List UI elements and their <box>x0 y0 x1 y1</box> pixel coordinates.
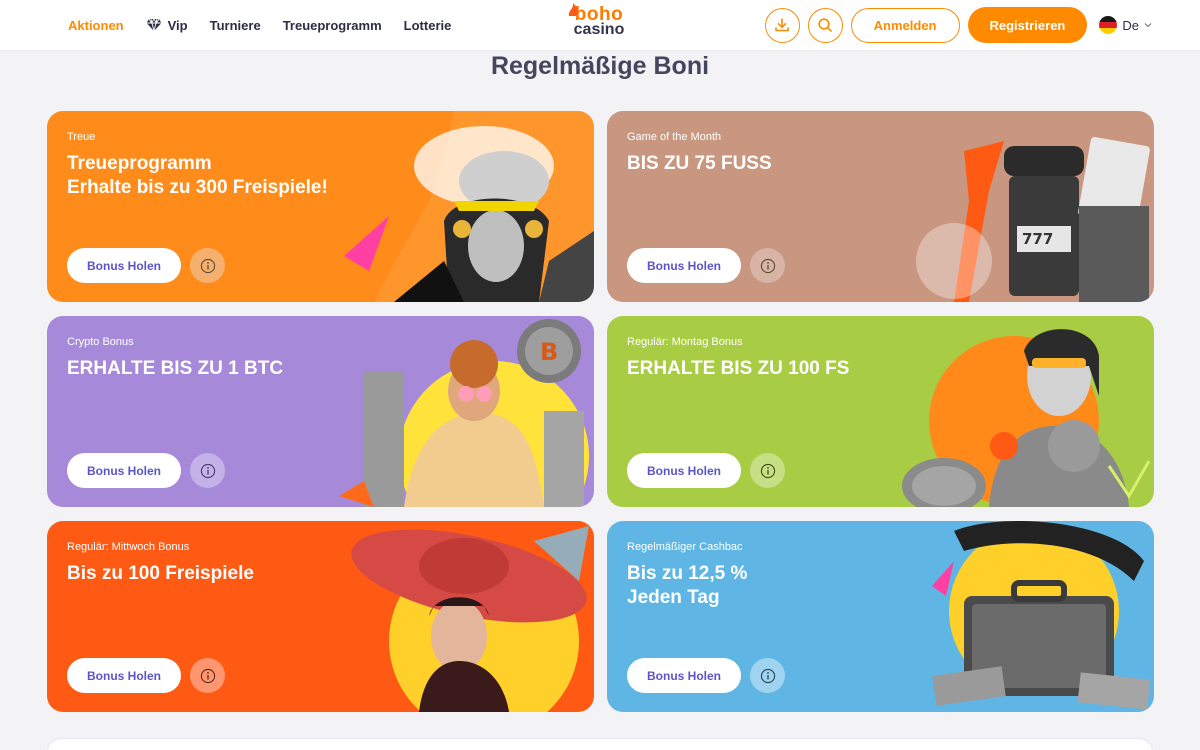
search-icon <box>818 18 832 32</box>
bonus-card-cashback: Regelmäßiger Cashbac Bis zu 12,5 % Jeden… <box>607 521 1154 712</box>
nav-item-label: Turniere <box>209 17 261 33</box>
info-button[interactable] <box>190 453 225 488</box>
card-tag: Regulär: Mittwoch Bonus <box>67 541 190 553</box>
bonus-holen-button[interactable]: Bonus Holen <box>67 248 181 283</box>
card-tag: Regelmäßiger Cashbac <box>627 541 743 553</box>
info-button[interactable] <box>750 658 785 693</box>
info-icon <box>200 668 215 683</box>
german-flag-icon <box>1099 16 1118 34</box>
logo-word-bottom: casino <box>573 21 625 38</box>
nav-item-vip[interactable]: Vip <box>146 18 188 33</box>
card-title: Bis zu 100 Freispiele <box>67 562 397 586</box>
info-icon <box>760 463 775 478</box>
bonus-holen-button[interactable]: Bonus Holen <box>627 658 741 693</box>
download-icon <box>775 18 789 32</box>
nav-item-label: Lotterie <box>403 17 452 33</box>
bonus-holen-button[interactable]: Bonus Holen <box>627 453 741 488</box>
card-title-line: Treueprogramm <box>67 153 212 174</box>
download-button[interactable] <box>764 7 800 43</box>
login-button[interactable]: Anmelden <box>850 7 960 43</box>
info-icon <box>760 668 775 683</box>
info-button[interactable] <box>190 658 225 693</box>
info-button[interactable] <box>190 248 225 283</box>
card-title: ERHALTE BIS ZU 100 FS <box>627 357 957 381</box>
bonus-card-game-of-the-month: 777 Game of the Month BIS ZU 75 FUSS Bon… <box>607 111 1154 302</box>
man-with-bitcoin-artwork: B <box>339 319 589 507</box>
card-tag: Crypto Bonus <box>67 336 134 348</box>
card-title-line: Bis zu 100 Freispiele <box>67 563 254 584</box>
info-icon <box>200 258 215 273</box>
card-title-line: ERHALTE BIS ZU 100 FS <box>627 358 850 379</box>
nav-item-label: Vip <box>167 17 188 33</box>
language-selector[interactable]: De <box>1099 16 1152 34</box>
top-header: Aktionen Vip Turniere Treueprogramm Lott… <box>0 0 1200 50</box>
svg-text:B: B <box>540 338 558 366</box>
card-tag: Regulär: Montag Bonus <box>627 336 743 348</box>
nav-item-label: Aktionen <box>68 17 124 33</box>
card-title: Treueprogramm Erhalte bis zu 300 Freispi… <box>67 152 397 200</box>
register-button[interactable]: Registrieren <box>967 7 1088 43</box>
nav-item-treueprogramm[interactable]: Treueprogramm <box>283 18 382 33</box>
page-title: Regelmäßige Boni <box>490 52 710 80</box>
woman-with-coins-artwork <box>902 329 1151 507</box>
language-label: De <box>1122 17 1139 33</box>
info-icon <box>200 463 215 478</box>
info-icon <box>760 258 775 273</box>
nav-item-label: Treueprogramm <box>282 17 382 33</box>
slot-machine-artwork: 777 <box>916 137 1150 302</box>
bonus-card-mittwoch: Regulär: Mittwoch Bonus Bis zu 100 Freis… <box>47 521 594 712</box>
diamond-icon <box>146 18 162 32</box>
card-title: ERHALTE BIS ZU 1 BTC <box>67 357 397 381</box>
woman-flowers-artwork <box>344 111 594 302</box>
card-title-line: ERHALTE BIS ZU 1 BTC <box>67 358 284 379</box>
search-button[interactable] <box>807 7 843 43</box>
money-suitcase-artwork <box>932 521 1151 710</box>
bonus-card-treue: Treue Treueprogramm Erhalte bis zu 300 F… <box>47 111 594 302</box>
nav-item-aktionen[interactable]: Aktionen <box>68 18 124 33</box>
bonus-card-crypto: B Crypto Bonus ERHALTE BIS ZU 1 BTC Bonu… <box>47 316 594 507</box>
card-title-line: BIS ZU 75 FUSS <box>627 153 772 174</box>
svg-text:777: 777 <box>1022 230 1053 248</box>
main-nav: Aktionen Vip Turniere Treueprogramm Lott… <box>68 0 451 50</box>
card-title-line: Jeden Tag <box>627 587 720 608</box>
bonus-card-montag: Regulär: Montag Bonus ERHALTE BIS ZU 100… <box>607 316 1154 507</box>
boho-casino-logo[interactable]: boho casino <box>566 3 632 45</box>
woman-with-sombrero-artwork <box>351 526 589 712</box>
nav-item-lotterie[interactable]: Lotterie <box>404 18 452 33</box>
bonus-holen-button[interactable]: Bonus Holen <box>67 453 181 488</box>
card-title: BIS ZU 75 FUSS <box>627 152 957 176</box>
flame-icon <box>568 3 578 16</box>
nav-item-turniere[interactable]: Turniere <box>210 18 261 33</box>
header-actions: Anmelden Registrieren De <box>764 7 1152 43</box>
card-title-line: Bis zu 12,5 % <box>627 563 748 584</box>
card-title: Bis zu 12,5 % Jeden Tag <box>627 562 957 610</box>
card-tag: Game of the Month <box>627 131 722 143</box>
bonus-holen-button[interactable]: Bonus Holen <box>67 658 181 693</box>
info-button[interactable] <box>750 453 785 488</box>
card-title-line: Erhalte bis zu 300 Freispiele! <box>67 177 328 198</box>
card-tag: Treue <box>67 131 96 143</box>
next-section-panel <box>47 738 1153 750</box>
chevron-down-icon <box>1144 23 1152 28</box>
info-button[interactable] <box>750 248 785 283</box>
bonus-holen-button[interactable]: Bonus Holen <box>627 248 741 283</box>
